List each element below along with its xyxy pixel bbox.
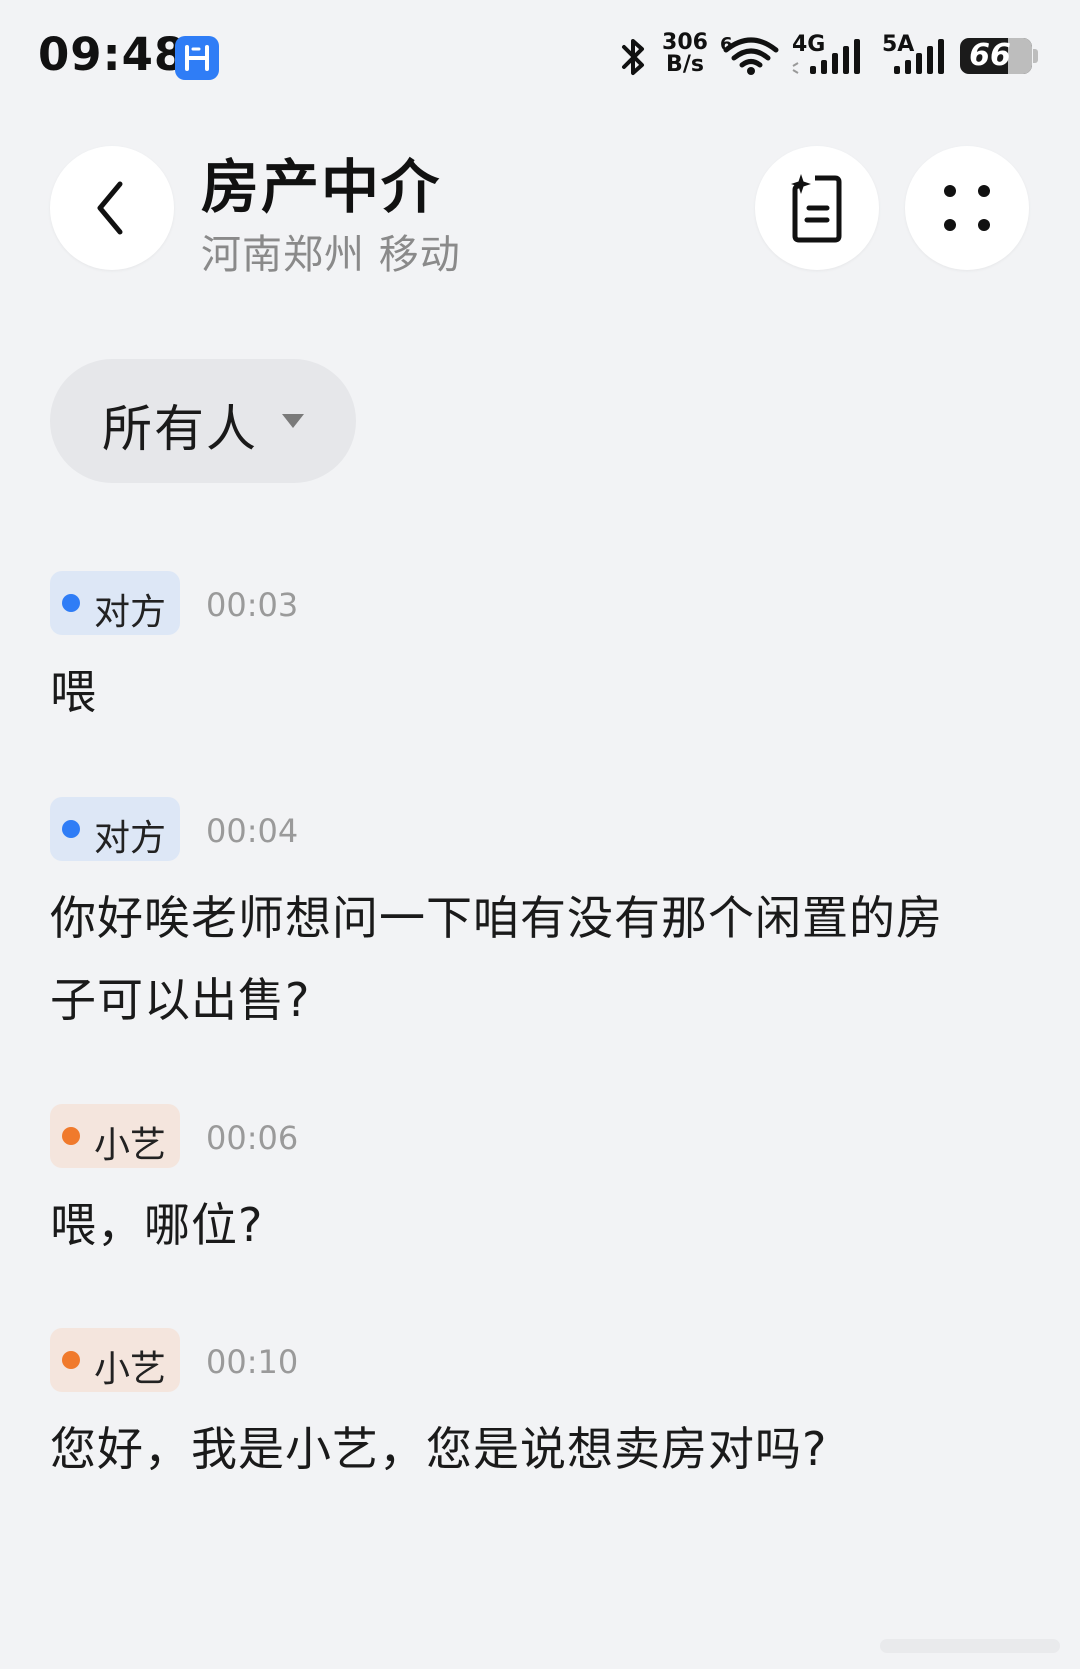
- speaker-dot: [62, 1351, 80, 1369]
- watermark-logo: [880, 1639, 1060, 1653]
- speaker-name: 对方: [94, 592, 167, 633]
- battery-icon: 66: [960, 38, 1032, 74]
- chevron-left-icon: [97, 181, 123, 235]
- more-dots-icon: [944, 185, 990, 231]
- speaker-filter-label: 所有人: [102, 400, 258, 458]
- sim2-signal-icon: [894, 39, 944, 74]
- speaker-name: 小艺: [94, 1349, 167, 1390]
- message-text: 喂: [50, 665, 97, 719]
- ai-summary-button[interactable]: [755, 146, 879, 270]
- caret-down-icon: [282, 414, 304, 428]
- status-icons: 306 B/s 6 4G 5A 66: [0, 30, 1080, 80]
- status-bar: 09:48 306 B/s 6 4G 5A 66: [0, 0, 1080, 112]
- battery-level: 66: [969, 38, 1011, 73]
- speaker-name: 小艺: [94, 1125, 167, 1166]
- battery-tip: [1033, 49, 1038, 63]
- message-timestamp: 00:06: [206, 1119, 299, 1157]
- network-speed: 306 B/s: [660, 32, 710, 76]
- speaker-tag: 小艺: [50, 1104, 180, 1168]
- sim1-signal-icon: [792, 39, 860, 74]
- speaker-filter-dropdown[interactable]: 所有人: [50, 359, 356, 483]
- ai-note-icon: [791, 174, 842, 243]
- message-text: 你好唉老师想问一下咱有没有那个闲置的房子可以出售?: [50, 891, 943, 1027]
- speaker-dot: [62, 1127, 80, 1145]
- wifi-icon: [723, 37, 779, 75]
- network-speed-unit: B/s: [666, 52, 704, 77]
- message-timestamp: 00:10: [206, 1343, 299, 1381]
- speaker-tag: 对方: [50, 797, 180, 861]
- speaker-tag: 对方: [50, 571, 180, 635]
- more-options-button[interactable]: [905, 146, 1029, 270]
- message-timestamp: 00:03: [206, 586, 299, 624]
- caller-location: 河南郑州 移动: [201, 232, 461, 278]
- message-text: 喂，哪位?: [50, 1198, 264, 1252]
- speaker-dot: [62, 594, 80, 612]
- message-text: 您好，我是小艺，您是说想卖房对吗?: [50, 1422, 828, 1476]
- speaker-tag: 小艺: [50, 1328, 180, 1392]
- bluetooth-icon: [622, 39, 644, 75]
- network-speed-value: 306: [662, 30, 708, 55]
- page-title: 房产中介: [201, 153, 442, 221]
- speaker-name: 对方: [94, 818, 167, 859]
- back-button[interactable]: [50, 146, 174, 270]
- speaker-dot: [62, 820, 80, 838]
- message-timestamp: 00:04: [206, 812, 299, 850]
